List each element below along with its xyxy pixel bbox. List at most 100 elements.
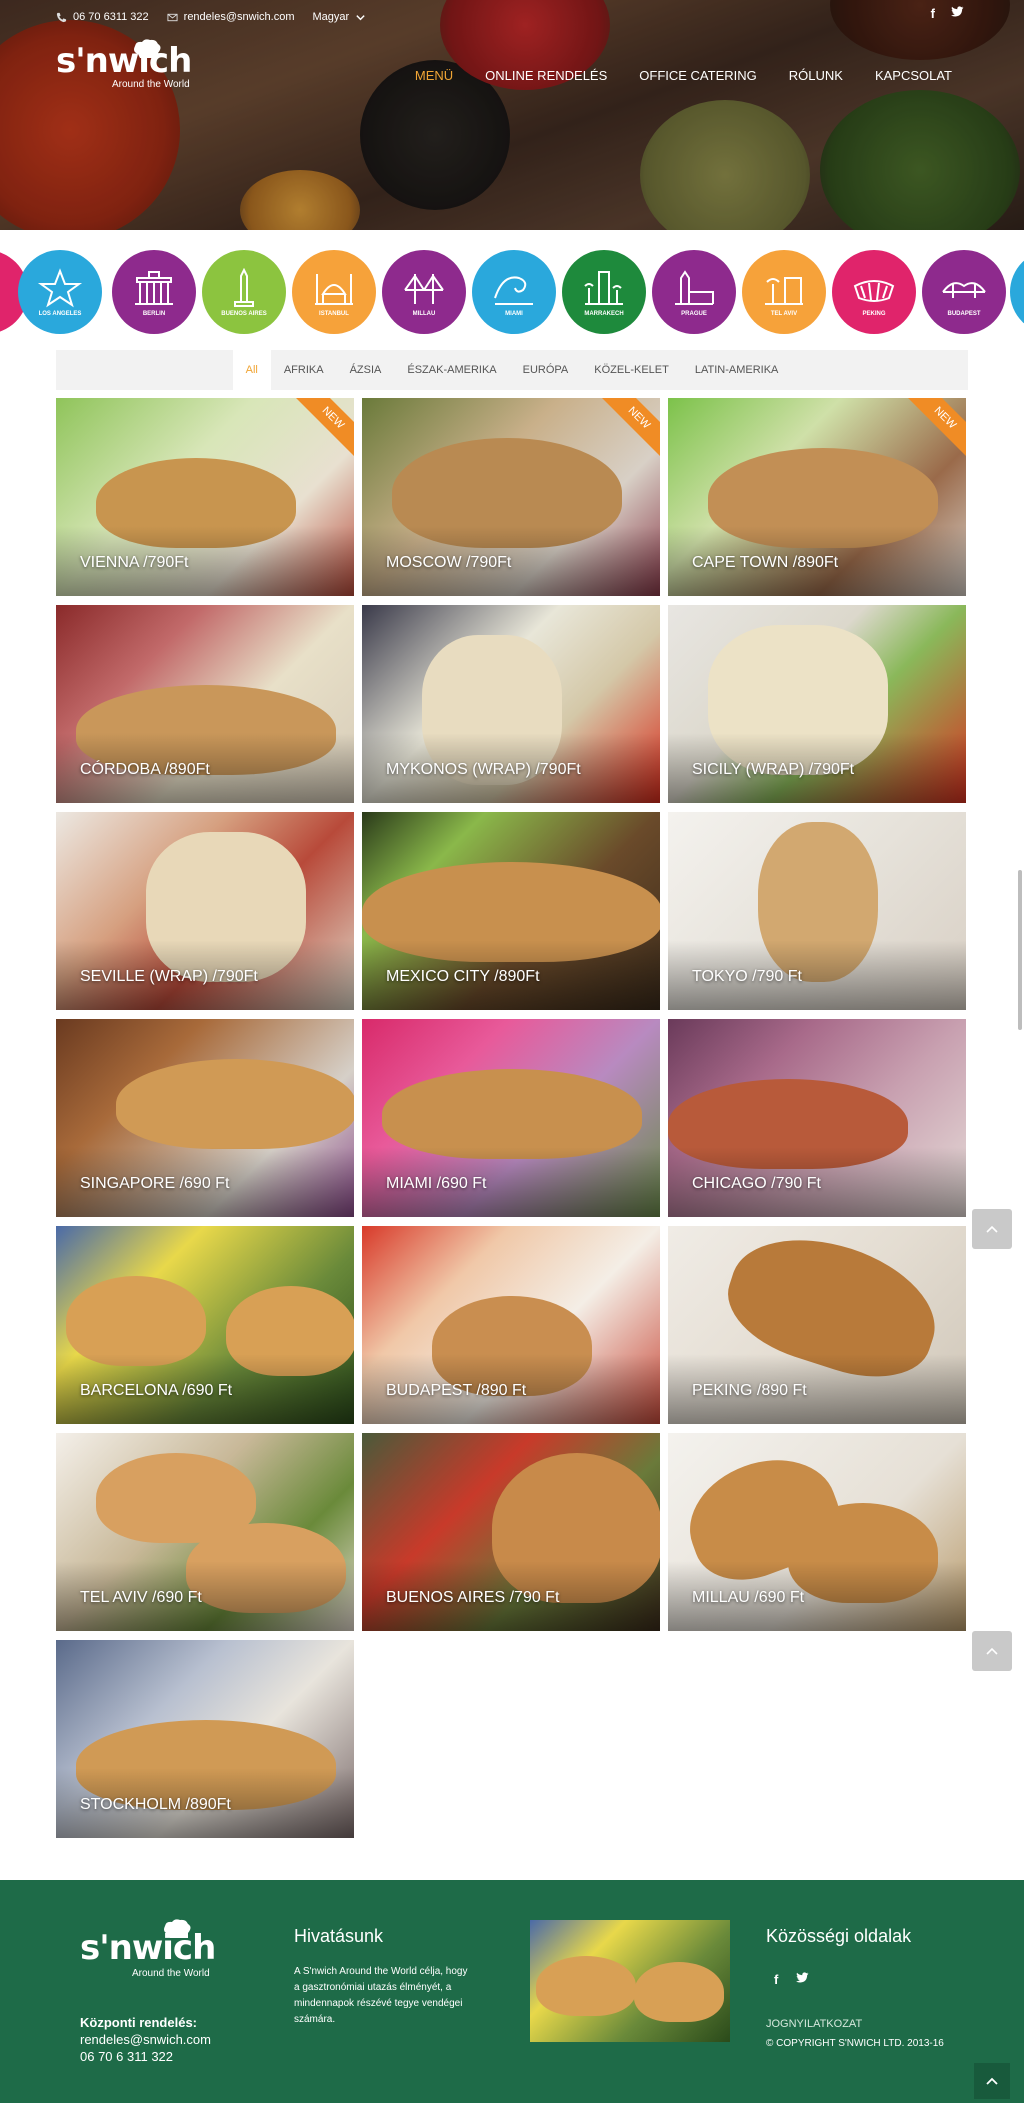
- product-title: CÓRDOBA /890Ft: [80, 761, 210, 778]
- product-card[interactable]: MEXICO CITY /890Ft: [362, 812, 660, 1010]
- product-card[interactable]: MILLAU /690 Ft: [668, 1433, 966, 1631]
- scrollbar-thumb[interactable]: [1018, 870, 1022, 1030]
- product-card[interactable]: NEW VIENNA /790Ft: [56, 398, 354, 596]
- product-title: SEVILLE (WRAP) /790Ft: [80, 968, 258, 985]
- product-card[interactable]: CHICAGO /790 Ft: [668, 1019, 966, 1217]
- product-title: MEXICO CITY /890Ft: [386, 968, 540, 985]
- filter-africa[interactable]: AFRIKA: [271, 350, 337, 390]
- palm-tower-icon: [584, 270, 623, 305]
- product-title: MOSCOW /790Ft: [386, 554, 512, 571]
- product-card[interactable]: SEVILLE (WRAP) /790Ft: [56, 812, 354, 1010]
- product-card[interactable]: CÓRDOBA /890Ft: [56, 605, 354, 803]
- product-title: VIENNA /790Ft: [80, 554, 189, 571]
- product-card[interactable]: STOCKHOLM /890Ft: [56, 1640, 354, 1838]
- facebook-icon[interactable]: f: [774, 1972, 778, 1987]
- city-badge[interactable]: [1010, 250, 1024, 334]
- brand-name: s'nwich: [80, 1928, 216, 1968]
- product-card[interactable]: PEKING /890 Ft: [668, 1226, 966, 1424]
- contact-label: Központi rendelés:: [80, 2015, 198, 2030]
- product-card[interactable]: NEW MOSCOW /790Ft: [362, 398, 660, 596]
- product-title: TEL AVIV /690 Ft: [80, 1589, 202, 1606]
- city-label: PRAGUE: [681, 310, 707, 317]
- city-badge-peking[interactable]: PEKING: [832, 250, 916, 334]
- city-label: MIAMI: [505, 310, 523, 317]
- stadium-icon: [853, 279, 895, 302]
- city-badge-prague[interactable]: PRAGUE: [652, 250, 736, 334]
- social-links-top: f: [931, 6, 964, 21]
- city-badge-budapest[interactable]: BUDAPEST: [922, 250, 1006, 334]
- product-title: STOCKHOLM /890Ft: [80, 1796, 231, 1813]
- brand-logo[interactable]: s'nwich Around the World: [56, 39, 192, 90]
- product-card[interactable]: BARCELONA /690 Ft: [56, 1226, 354, 1424]
- nav-item-about[interactable]: RÓLUNK: [789, 68, 843, 83]
- city-label: BUENOS AIRES: [221, 310, 267, 317]
- city-badge-berlin[interactable]: BERLIN: [112, 250, 196, 334]
- product-card[interactable]: TOKYO /790 Ft: [668, 812, 966, 1010]
- brandenburg-gate-icon: [135, 270, 173, 305]
- email-contact[interactable]: rendeles@snwich.com: [167, 11, 294, 23]
- language-selector[interactable]: Magyar: [312, 11, 366, 23]
- filter-middle-east[interactable]: KÖZEL-KELET: [581, 350, 682, 390]
- facebook-icon[interactable]: f: [931, 6, 935, 21]
- sandwich-shape: [382, 1069, 642, 1159]
- nav-item-office-catering[interactable]: OFFICE CATERING: [639, 68, 756, 83]
- footer-social-links: f: [774, 1972, 809, 1987]
- chef-hat-icon: [134, 39, 161, 58]
- product-title: MYKONOS (WRAP) /790Ft: [386, 761, 581, 778]
- footer-logo[interactable]: s'nwich Around the World: [80, 1919, 216, 1979]
- envelope-icon: [167, 13, 178, 21]
- nav-item-contact[interactable]: KAPCSOLAT: [875, 68, 952, 83]
- city-label: BUDAPEST: [947, 310, 981, 317]
- product-title: TOKYO /790 Ft: [692, 968, 802, 985]
- mission-text: A S'nwich Around the World célja, hogy a…: [294, 1966, 468, 2025]
- site-footer: s'nwich Around the World Központi rendel…: [0, 1880, 1024, 2103]
- footer-scroll-top-button[interactable]: [974, 2063, 1010, 2099]
- chevron-down-icon: [356, 14, 365, 20]
- filter-north-america[interactable]: ÉSZAK-AMERIKA: [394, 350, 509, 390]
- filter-latin-america[interactable]: LATIN-AMERIKA: [682, 350, 792, 390]
- footer-contact: Központi rendelés: rendeles@snwich.com 0…: [80, 2014, 211, 2065]
- city-label: ISTANBUL: [319, 310, 349, 317]
- contact-phone[interactable]: 06 70 6 311 322: [80, 2048, 211, 2065]
- nav-item-menu[interactable]: MENÜ: [415, 68, 453, 83]
- scroll-to-top-button[interactable]: [972, 1209, 1012, 1249]
- product-card[interactable]: TEL AVIV /690 Ft: [56, 1433, 354, 1631]
- city-badge-miami[interactable]: MIAMI: [472, 250, 556, 334]
- product-card[interactable]: MYKONOS (WRAP) /790Ft: [362, 605, 660, 803]
- product-card[interactable]: SINGAPORE /690 Ft: [56, 1019, 354, 1217]
- legal-link[interactable]: JOGNYILATKOZAT: [766, 2018, 862, 2030]
- city-carousel: LOS ANGELES BERLIN BUENOS AIRES ISTANBUL…: [0, 246, 1024, 336]
- city-badge-marrakech[interactable]: MARRAKECH: [562, 250, 646, 334]
- filter-all[interactable]: All: [232, 350, 271, 390]
- mission-title: Hivatásunk: [294, 1926, 384, 1946]
- copyright-text: © COPYRIGHT S'NWICH LTD. 2013-16: [766, 2038, 944, 2049]
- product-card[interactable]: NEW CAPE TOWN /890Ft: [668, 398, 966, 596]
- contact-email[interactable]: rendeles@snwich.com: [80, 2031, 211, 2048]
- nav-item-online-order[interactable]: ONLINE RENDELÉS: [485, 68, 607, 83]
- product-card[interactable]: BUDAPEST /890 Ft: [362, 1226, 660, 1424]
- main-nav: MENÜ ONLINE RENDELÉS OFFICE CATERING RÓL…: [415, 68, 952, 83]
- city-label: LOS ANGELES: [38, 310, 82, 317]
- city-badge-los-angeles[interactable]: LOS ANGELES: [18, 250, 102, 334]
- product-title: SINGAPORE /690 Ft: [80, 1175, 230, 1192]
- product-card[interactable]: BUENOS AIRES /790 Ft: [362, 1433, 660, 1631]
- filter-asia[interactable]: ÁZSIA: [337, 350, 395, 390]
- city-badge-millau[interactable]: MILLAU: [382, 250, 466, 334]
- product-card[interactable]: MIAMI /690 Ft: [362, 1019, 660, 1217]
- brand-tagline: Around the World: [112, 79, 190, 90]
- hero-overlay: [0, 0, 1024, 230]
- twitter-icon[interactable]: [796, 1972, 809, 1987]
- city-badge-tel-aviv[interactable]: TEL AVIV: [742, 250, 826, 334]
- phone-contact[interactable]: 06 70 6311 322: [56, 11, 149, 23]
- twitter-icon[interactable]: [951, 6, 964, 21]
- hero-banner: 06 70 6311 322 rendeles@snwich.com Magya…: [0, 0, 1024, 230]
- product-card[interactable]: SICILY (WRAP) /790Ft: [668, 605, 966, 803]
- filter-europe[interactable]: EURÓPA: [510, 350, 582, 390]
- scroll-to-top-button[interactable]: [972, 1631, 1012, 1671]
- city-badge-buenos-aires[interactable]: BUENOS AIRES: [202, 250, 286, 334]
- chevron-up-icon: [986, 1647, 998, 1655]
- palm-building-icon: [765, 276, 803, 305]
- wave-icon: [494, 275, 533, 305]
- city-badge-istanbul[interactable]: ISTANBUL: [292, 250, 376, 334]
- top-bar: 06 70 6311 322 rendeles@snwich.com Magya…: [56, 6, 366, 28]
